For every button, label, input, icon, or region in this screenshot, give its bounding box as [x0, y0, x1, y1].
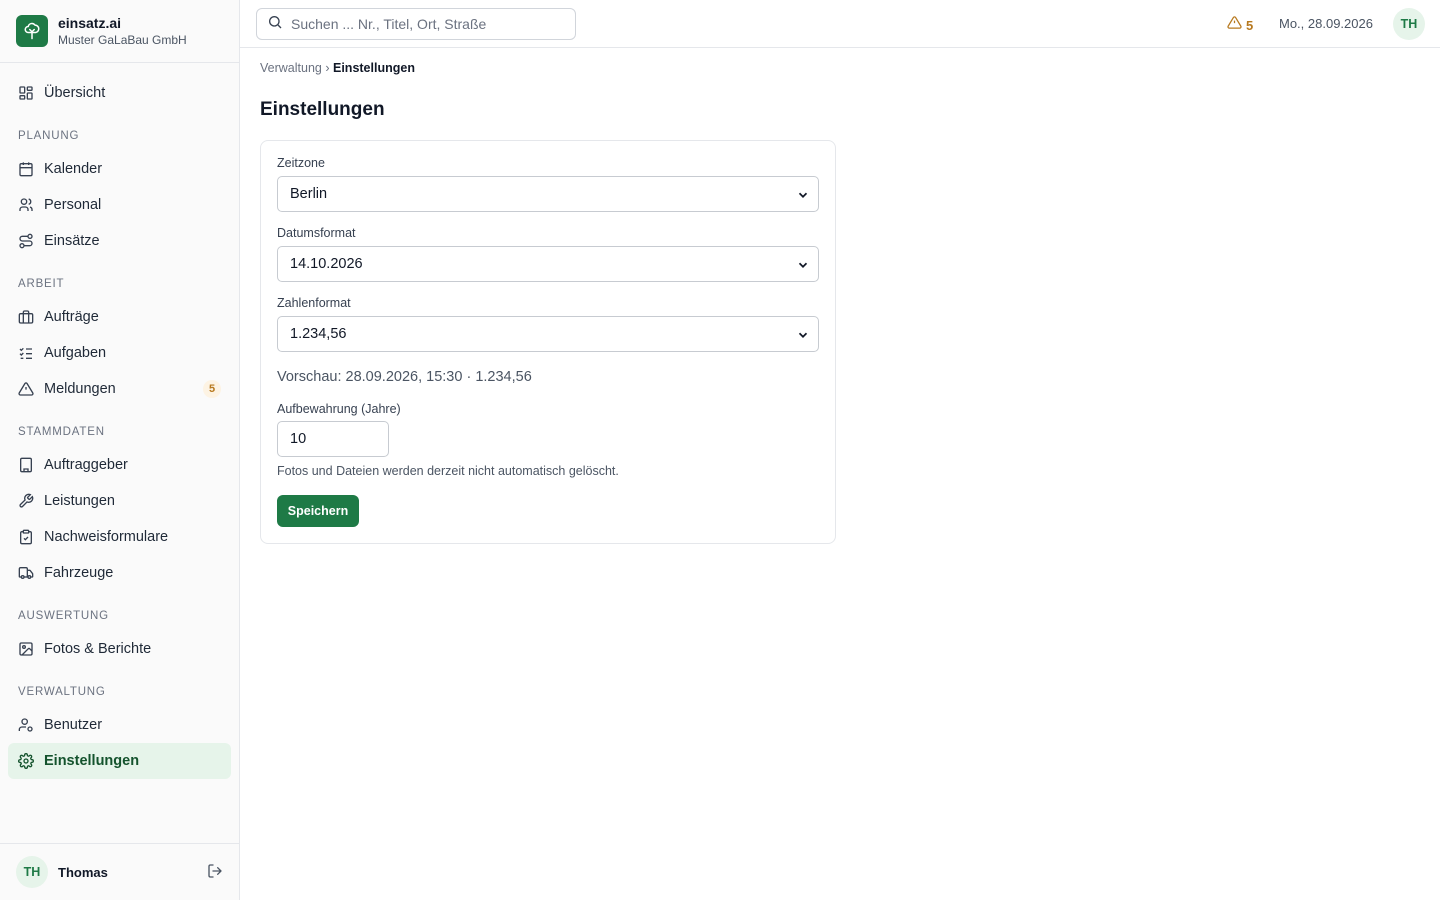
settings-card: Zeitzone Berlin Datumsformat 14.10.2026 … — [260, 140, 836, 544]
sidebar-item-aufgaben[interactable]: Aufgaben — [8, 335, 231, 371]
save-button[interactable]: Speichern — [277, 495, 359, 527]
alert-count: 5 — [1246, 17, 1254, 33]
search-icon — [267, 14, 283, 35]
number-format-value: 1.234,56 — [290, 326, 347, 342]
logout-icon — [207, 863, 223, 884]
sidebar-item-label: Einsätze — [44, 233, 100, 249]
topbar: 5 Mo., 28.09.2026 TH — [240, 0, 1440, 48]
sidebar-item-nachweisformulare[interactable]: Nachweisformulare — [8, 519, 231, 555]
warning-triangle-icon — [1227, 15, 1242, 35]
section-label-auswertung: AUSWERTUNG — [18, 610, 109, 622]
timezone-select[interactable]: Berlin — [277, 176, 819, 212]
number-format-label: Zahlenformat — [277, 296, 351, 310]
sidebar-item-fotos[interactable]: Fotos & Berichte — [8, 631, 231, 667]
sidebar-item-leistungen[interactable]: Leistungen — [8, 483, 231, 519]
date-format-value: 14.10.2026 — [290, 256, 363, 272]
sidebar-item-meldungen[interactable]: Meldungen 5 — [8, 371, 231, 407]
sidebar-item-benutzer[interactable]: Benutzer — [8, 707, 231, 743]
sidebar-item-label: Meldungen — [44, 381, 116, 397]
calendar-icon — [18, 161, 34, 177]
clipboard-check-icon — [18, 529, 34, 545]
truck-icon — [18, 565, 34, 581]
number-format-select[interactable]: 1.234,56 — [277, 316, 819, 352]
breadcrumb-parent[interactable]: Verwaltung — [260, 61, 322, 75]
image-icon — [18, 641, 34, 657]
page-title: Einstellungen — [260, 99, 385, 120]
sidebar-item-label: Aufgaben — [44, 345, 107, 361]
sidebar: einsatz.ai Muster GaLaBau GmbH Übersicht… — [0, 0, 240, 900]
alerts-indicator[interactable]: 5 — [1227, 15, 1253, 35]
chevron-down-icon — [796, 328, 810, 346]
retention-hint: Fotos und Dateien werden derzeit nicht a… — [277, 464, 619, 478]
sidebar-item-kalender[interactable]: Kalender — [8, 151, 231, 187]
breadcrumb: Verwaltung › Einstellungen — [260, 61, 415, 75]
sidebar-item-label: Nachweisformulare — [44, 529, 169, 545]
logout-button[interactable] — [205, 863, 225, 883]
sidebar-item-label: Leistungen — [44, 493, 115, 509]
sidebar-item-overview[interactable]: Übersicht — [8, 75, 231, 111]
date-format-label: Datumsformat — [277, 226, 356, 240]
avatar[interactable]: TH — [1393, 8, 1425, 40]
brand-org: Muster GaLaBau GmbH — [58, 33, 187, 47]
section-label-stammdaten: STAMMDATEN — [18, 426, 105, 438]
sidebar-item-fahrzeuge[interactable]: Fahrzeuge — [8, 555, 231, 591]
chevron-down-icon — [796, 258, 810, 276]
sidebar-item-personal[interactable]: Personal — [8, 187, 231, 223]
briefcase-icon — [18, 309, 34, 325]
chevron-down-icon — [796, 188, 810, 206]
sidebar-item-auftraege[interactable]: Aufträge — [8, 299, 231, 335]
building-icon — [18, 457, 34, 473]
format-preview: Vorschau: 28.09.2026, 15:30 · 1.234,56 — [277, 369, 532, 385]
dashboard-icon — [18, 85, 34, 101]
sidebar-item-label: Kalender — [44, 161, 103, 177]
sidebar-item-label: Fotos & Berichte — [44, 641, 152, 657]
section-label-arbeit: ARBEIT — [18, 278, 65, 290]
current-date: Mo., 28.09.2026 — [1279, 16, 1373, 31]
sidebar-item-auftraggeber[interactable]: Auftraggeber — [8, 447, 231, 483]
sidebar-item-label: Personal — [44, 197, 102, 213]
breadcrumb-separator: › — [325, 61, 330, 75]
sidebar-item-einstellungen[interactable]: Einstellungen — [8, 743, 231, 779]
checklist-icon — [18, 345, 34, 361]
meldungen-count-badge: 5 — [203, 380, 221, 398]
sidebar-item-einsaetze[interactable]: Einsätze — [8, 223, 231, 259]
breadcrumb-current: Einstellungen — [333, 61, 415, 75]
brand-header: einsatz.ai Muster GaLaBau GmbH — [0, 0, 239, 63]
sidebar-item-label: Fahrzeuge — [44, 565, 114, 581]
search-box[interactable] — [256, 8, 576, 40]
wrench-icon — [18, 493, 34, 509]
user-cog-icon — [18, 717, 34, 733]
route-icon — [18, 233, 34, 249]
sidebar-item-label: Auftraggeber — [44, 457, 128, 473]
avatar[interactable]: TH — [16, 856, 48, 888]
date-format-select[interactable]: 14.10.2026 — [277, 246, 819, 282]
timezone-label: Zeitzone — [277, 156, 325, 170]
section-label-verwaltung: VERWALTUNG — [18, 686, 106, 698]
retention-years-input[interactable] — [277, 421, 389, 457]
users-icon — [18, 197, 34, 213]
warning-triangle-icon — [18, 381, 34, 397]
sidebar-item-label: Einstellungen — [44, 753, 140, 769]
user-name: Thomas — [58, 865, 108, 880]
user-profile: TH Thomas — [0, 843, 239, 900]
sidebar-item-label: Benutzer — [44, 717, 103, 733]
tree-logo-icon — [16, 15, 48, 47]
retention-label: Aufbewahrung (Jahre) — [277, 402, 401, 416]
search-input[interactable] — [291, 16, 571, 32]
timezone-value: Berlin — [290, 186, 328, 202]
sidebar-item-label: Übersicht — [44, 85, 106, 101]
section-label-planung: PLANUNG — [18, 130, 80, 142]
gear-icon — [18, 753, 34, 769]
sidebar-item-label: Aufträge — [44, 309, 99, 325]
brand-name: einsatz.ai — [58, 15, 122, 31]
